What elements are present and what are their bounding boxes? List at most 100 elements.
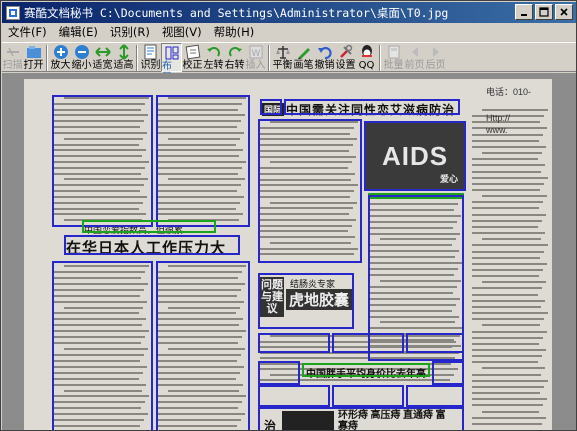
minimize-button[interactable] [515,4,533,20]
right-strip-line-1: 电话：010- [486,87,532,97]
text-line-texture [472,158,538,160]
pen-button[interactable]: 画笔 [293,43,314,72]
qq-button[interactable]: QQ [356,43,377,72]
settings-button[interactable]: 设置 [335,43,356,72]
batch-button[interactable]: 批量 [383,43,404,72]
layout-zone[interactable] [260,99,282,115]
text-line-texture [472,201,543,203]
close-icon [560,8,568,16]
correct-icon [185,44,201,60]
scan-label: 扫描 [2,60,23,71]
text-line-texture [472,171,541,173]
batch-label: 批量 [383,60,404,71]
layout-zone-selected[interactable] [302,363,430,377]
text-line-texture [472,300,545,302]
layout-zone[interactable] [258,273,354,329]
toolbar-separator [46,45,48,71]
maximize-button[interactable] [535,4,553,20]
text-line-texture [472,355,542,357]
undo-icon [317,44,333,60]
prev-page-button[interactable]: 前页 [404,43,425,72]
text-line-texture [472,220,542,222]
text-line-texture [472,374,541,376]
next-page-button[interactable]: 后页 [425,43,446,72]
text-line-texture [472,380,548,382]
layout-zone[interactable] [432,361,464,385]
text-column-far-right [472,109,548,429]
layout-zone[interactable] [156,261,250,430]
text-line-texture [472,269,543,271]
text-line-texture [472,232,545,234]
text-line-texture [472,164,545,166]
layout-button[interactable]: 布局 [161,43,182,83]
layout-zone[interactable] [284,99,460,115]
text-line-texture [472,294,538,296]
layout-zone[interactable] [258,407,464,430]
layout-zone[interactable] [406,333,464,353]
layout-zone[interactable] [156,95,250,227]
fit-width-button[interactable]: 适宽 [92,43,113,72]
fit-height-button[interactable]: 适高 [113,43,134,72]
layout-zone[interactable] [258,119,362,263]
layout-zone[interactable] [52,261,153,430]
layout-zone[interactable] [406,385,464,407]
app-window: 赛酷文档秘书 C:\Documents and Settings\Adminis… [0,0,577,431]
zoom-in-icon [53,44,69,60]
document-viewer[interactable]: 在华日本人工作压力大 中国需关注同性恋艾滋病防治 中国恋爱指数高，但很累 中国胖… [2,73,576,430]
next-page-icon [428,44,444,60]
qq-icon [359,44,375,60]
open-button[interactable]: 打开 [23,43,44,72]
layout-zone[interactable] [332,333,404,353]
layout-zone-selected[interactable] [82,220,216,233]
layout-zone[interactable] [364,121,466,191]
balance-button[interactable]: 平衡 [272,43,293,72]
menu-recognize[interactable]: 识别(R) [104,24,156,40]
text-line-texture [472,146,546,148]
text-line-texture [472,177,548,179]
rotate-left-button[interactable]: 左转 [203,43,224,72]
text-line-texture [472,275,539,277]
layout-zone[interactable] [258,385,330,407]
scan-button[interactable]: 扫描 [2,43,23,72]
text-line-texture [482,281,546,283]
insert-button[interactable]: W 插入 [245,43,266,72]
text-line-texture [482,411,539,413]
fit-height-label: 适高 [113,60,134,71]
scan-icon [5,44,21,60]
layout-zone[interactable] [258,333,330,353]
layout-zone[interactable] [258,361,300,385]
scanned-page[interactable]: 在华日本人工作压力大 中国需关注同性恋艾滋病防治 中国恋爱指数高，但很累 中国胖… [24,79,552,430]
recognize-button[interactable]: 识别 [140,43,161,72]
fit-height-icon [116,44,132,60]
text-line-texture [472,343,539,345]
rotate-right-label: 右转 [224,60,245,71]
close-button[interactable] [555,4,573,20]
layout-zone[interactable] [64,235,240,255]
settings-icon [338,44,354,60]
text-line-texture [472,417,546,419]
zoom-in-button[interactable]: 放大 [50,43,71,72]
open-label: 打开 [23,60,44,71]
zoom-out-button[interactable]: 缩小 [71,43,92,72]
text-line-texture [472,263,547,265]
minimize-icon [521,14,527,16]
text-line-texture [472,257,540,259]
undo-button[interactable]: 撤销 [314,43,335,72]
text-line-texture [472,386,544,388]
balance-icon [275,44,291,60]
rotate-right-button[interactable]: 右转 [224,43,245,72]
menu-edit[interactable]: 编辑(E) [53,24,104,40]
text-line-texture [482,152,542,154]
layout-zone[interactable] [52,95,153,227]
text-line-texture [482,238,541,240]
correct-button[interactable]: 校正 [182,43,203,72]
text-line-texture [472,318,544,320]
menu-help[interactable]: 帮助(H) [208,24,261,40]
right-strip-line-3: www. [486,125,508,135]
text-line-texture [472,423,542,425]
layout-zone[interactable] [332,385,404,407]
menu-view[interactable]: 视图(V) [156,24,208,40]
title-bar[interactable]: 赛酷文档秘书 C:\Documents and Settings\Adminis… [2,2,576,23]
zoom-out-label: 缩小 [71,60,92,71]
menu-file[interactable]: 文件(F) [2,24,53,40]
